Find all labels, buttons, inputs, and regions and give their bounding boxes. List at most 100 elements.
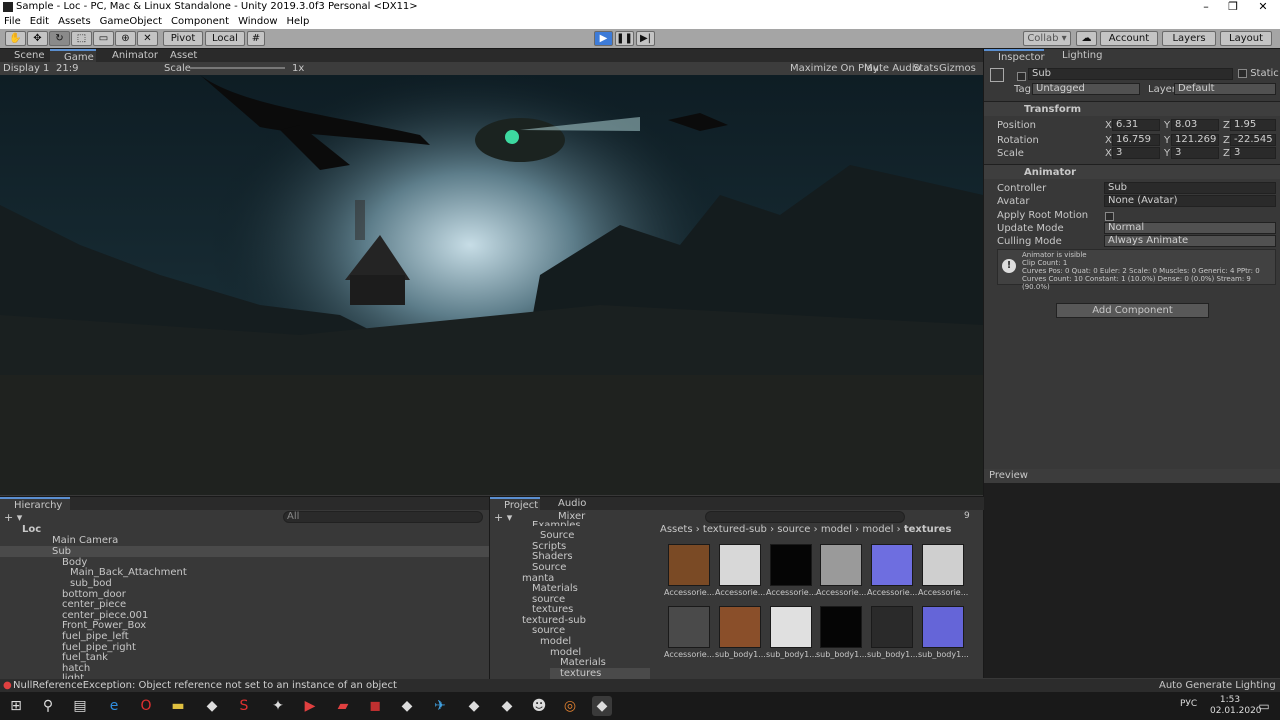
transform-header[interactable]: Transform [984, 101, 1280, 116]
hierarchy-item[interactable]: Main Camera [52, 535, 118, 546]
scale-x-field[interactable]: 3 [1112, 147, 1160, 159]
app-icon[interactable]: ☻ [529, 696, 549, 716]
update-mode-dropdown[interactable]: Normal [1104, 222, 1276, 234]
hierarchy-item[interactable]: center_piece [62, 599, 126, 610]
gizmos-dropdown[interactable]: Gizmos [939, 62, 976, 75]
texture-thumbnail[interactable] [719, 606, 761, 648]
app-icon[interactable]: ▶ [300, 696, 320, 716]
texture-thumbnail[interactable] [871, 606, 913, 648]
folder-item[interactable]: textures [532, 604, 573, 615]
rotate-tool-icon[interactable]: ↻ [49, 31, 70, 46]
play-button[interactable]: ▶ [594, 31, 613, 46]
app-icon[interactable]: ▰ [333, 696, 353, 716]
windows-start-icon[interactable]: ⊞ [6, 696, 26, 716]
language-indicator[interactable]: РУС [1180, 699, 1197, 709]
texture-thumbnail[interactable] [820, 544, 862, 586]
folder-item[interactable]: Source [532, 562, 566, 573]
position-y-field[interactable]: 8.03 [1171, 119, 1219, 131]
scale-z-field[interactable]: 3 [1230, 147, 1276, 159]
unity-icon[interactable]: ◆ [464, 696, 484, 716]
menu-file[interactable]: File [4, 16, 21, 27]
file-explorer-icon[interactable]: ▬ [168, 696, 188, 716]
menu-help[interactable]: Help [287, 16, 310, 27]
position-z-field[interactable]: 1.95 [1230, 119, 1276, 131]
local-button[interactable]: Local [205, 31, 245, 46]
edge-icon[interactable]: e [104, 696, 124, 716]
folder-item[interactable]: model [540, 636, 571, 647]
blender-icon[interactable]: ◎ [560, 696, 580, 716]
folder-item[interactable]: Materials [560, 657, 606, 668]
unity-icon[interactable]: ◆ [497, 696, 517, 716]
avatar-field[interactable]: None (Avatar) [1104, 195, 1276, 207]
breadcrumb-item[interactable]: textured-sub [703, 524, 767, 535]
tab-hierarchy[interactable]: Hierarchy [0, 497, 70, 511]
breadcrumb-item[interactable]: model [862, 524, 893, 535]
scale-slider[interactable] [190, 67, 285, 69]
texture-thumbnail[interactable] [668, 544, 710, 586]
breadcrumb-item[interactable]: source [777, 524, 810, 535]
menu-gameobject[interactable]: GameObject [100, 16, 162, 27]
pivot-button[interactable]: Pivot [163, 31, 203, 46]
rect-tool-icon[interactable]: ▭ [93, 31, 114, 46]
app-icon[interactable]: S [234, 696, 254, 716]
project-create-icon[interactable]: + ▾ [494, 511, 512, 524]
rotation-x-field[interactable]: 16.759 [1112, 134, 1160, 146]
tab-inspector[interactable]: Inspector [984, 49, 1045, 63]
culling-mode-dropdown[interactable]: Always Animate [1104, 235, 1276, 247]
hierarchy-item[interactable]: fuel_pipe_left [62, 631, 129, 642]
object-name-field[interactable]: Sub [1028, 68, 1233, 80]
position-x-field[interactable]: 6.31 [1112, 119, 1160, 131]
texture-thumbnail[interactable] [922, 606, 964, 648]
breadcrumb-item[interactable]: textures [904, 524, 952, 535]
breadcrumb-item[interactable]: Assets [660, 524, 693, 535]
scale-tool-icon[interactable]: ⬚ [71, 31, 92, 46]
cloud-icon[interactable]: ☁ [1076, 31, 1097, 46]
hierarchy-item[interactable]: fuel_tank [62, 652, 108, 663]
texture-thumbnail[interactable] [770, 606, 812, 648]
close-button[interactable]: ✕ [1253, 0, 1273, 14]
hand-tool-icon[interactable]: ✋ [5, 31, 26, 46]
tab-animator[interactable]: Animator [98, 49, 160, 62]
active-checkbox[interactable] [1017, 71, 1026, 81]
layer-dropdown[interactable]: Default [1174, 83, 1276, 95]
menu-window[interactable]: Window [238, 16, 277, 27]
menu-assets[interactable]: Assets [58, 16, 91, 27]
texture-thumbnail[interactable] [719, 544, 761, 586]
move-tool-icon[interactable]: ✥ [27, 31, 48, 46]
aspect-dropdown[interactable]: 21:9 [56, 62, 78, 75]
texture-thumbnail[interactable] [871, 544, 913, 586]
rotation-y-field[interactable]: 121.269 [1171, 134, 1219, 146]
scale-y-field[interactable]: 3 [1171, 147, 1219, 159]
folder-item-selected[interactable]: textures [550, 668, 650, 679]
layers-dropdown[interactable]: Layers [1162, 31, 1216, 46]
scene-row[interactable]: Loc [22, 524, 489, 535]
folder-item[interactable]: Shaders [532, 551, 573, 562]
add-component-button[interactable]: Add Component [1056, 303, 1209, 318]
texture-thumbnail[interactable] [922, 544, 964, 586]
game-view[interactable] [0, 75, 983, 495]
breadcrumb-item[interactable]: model [821, 524, 852, 535]
tab-scene[interactable]: Scene [0, 49, 48, 62]
task-view-icon[interactable]: ▤ [70, 696, 90, 716]
menu-component[interactable]: Component [171, 16, 229, 27]
tab-lighting[interactable]: Lighting [1048, 49, 1108, 62]
unity-active-icon[interactable]: ◆ [592, 696, 612, 716]
app-icon[interactable]: ✦ [268, 696, 288, 716]
tag-dropdown[interactable]: Untagged [1032, 83, 1140, 95]
rotation-z-field[interactable]: -22.545 [1230, 134, 1276, 146]
opera-icon[interactable]: O [136, 696, 156, 716]
telegram-icon[interactable]: ✈ [430, 696, 450, 716]
project-search-input[interactable] [705, 511, 905, 523]
layout-dropdown[interactable]: Layout [1220, 31, 1272, 46]
tab-project[interactable]: Project [490, 497, 540, 511]
hierarchy-item[interactable]: Front_Power_Box [62, 620, 146, 631]
tab-game[interactable]: Game [50, 49, 96, 63]
hierarchy-search-input[interactable]: All [283, 511, 483, 523]
texture-thumbnail[interactable] [770, 544, 812, 586]
static-checkbox[interactable] [1238, 68, 1247, 78]
unity-icon[interactable]: ◆ [397, 696, 417, 716]
maximize-button[interactable]: ❐ [1223, 0, 1243, 14]
hierarchy-item[interactable]: sub_bod [70, 578, 112, 589]
folder-item[interactable]: source [532, 625, 565, 636]
root-motion-checkbox[interactable] [1105, 211, 1114, 221]
